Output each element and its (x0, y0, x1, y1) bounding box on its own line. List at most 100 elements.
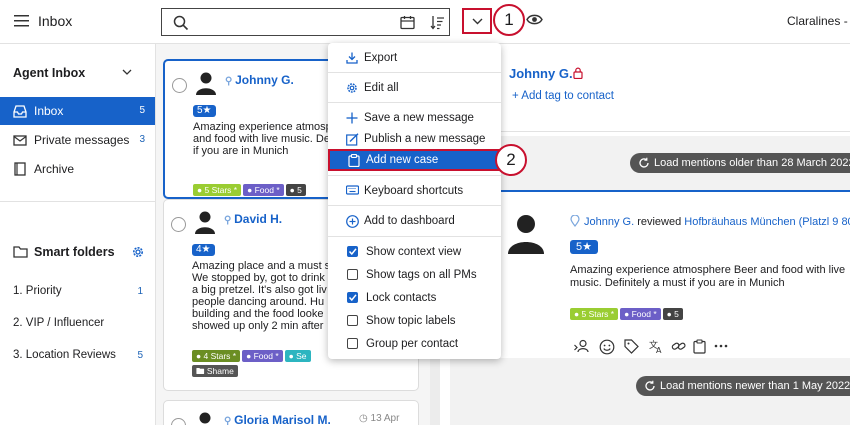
smart-folder-label: 2. VIP / Influencer (13, 317, 105, 329)
assign-user-icon[interactable] (574, 339, 589, 353)
mention-card[interactable]: ⚲ Gloria Marisol M. ◷ 13 Apr (163, 400, 419, 425)
refresh-icon (638, 157, 650, 169)
card-date: ◷ 13 Apr (359, 413, 400, 424)
sort-icon[interactable] (430, 15, 446, 30)
tag[interactable]: ● Se (284, 350, 311, 362)
select-checkbox[interactable] (172, 78, 187, 93)
tag[interactable]: ● 5 Stars * (193, 184, 242, 196)
mail-icon (13, 133, 27, 147)
checkbox-checked[interactable] (347, 292, 358, 303)
menu-item-publish-new-message[interactable]: Publish a new message (328, 128, 501, 150)
clipboard-icon[interactable] (693, 339, 706, 354)
conversation-area: Load mentions older than 28 March 2022 J… (450, 136, 850, 425)
card-text: Amazing experience atmosp and food with … (193, 121, 332, 157)
menu-check-show-context-view[interactable]: Show context view (328, 241, 501, 263)
sidebar-item-label: Inbox (34, 104, 64, 118)
sidebar-item-inbox[interactable]: Inbox 5 (0, 97, 155, 125)
tag[interactable]: ● Food * (242, 350, 283, 362)
options-menu: Export Edit all Save a new message Publi… (328, 43, 501, 359)
settings-icon (346, 82, 358, 94)
avatar (506, 212, 546, 254)
keyboard-icon (346, 185, 359, 195)
menu-item-keyboard-shortcuts[interactable]: Keyboard shortcuts (328, 180, 501, 202)
mention-header: Johnny G. reviewed Hofbräuhaus München (… (584, 216, 850, 228)
menu-item-label: Lock contacts (366, 292, 437, 304)
tag[interactable]: ● 5 (285, 184, 306, 196)
mention-author[interactable]: Johnny G. (584, 216, 634, 228)
tag[interactable]: ● 4 Stars * (192, 350, 241, 362)
tag[interactable]: ● Food * (243, 184, 284, 196)
folder-icon: 🖿 (196, 366, 207, 376)
checkbox-checked[interactable] (347, 246, 358, 257)
sidebar-item-count: 5 (139, 105, 145, 116)
card-author[interactable]: ⚲ Gloria Marisol M. (224, 413, 331, 425)
select-checkbox[interactable] (171, 217, 186, 232)
detail-pane: Johnny G. + Add tag to contact Load ment… (440, 44, 850, 425)
menu-item-export[interactable]: Export (328, 47, 501, 69)
menu-check-group-per-contact[interactable]: Group per contact (328, 333, 501, 355)
user-name[interactable]: Claralines - D (787, 14, 850, 28)
search-input[interactable] (161, 8, 450, 36)
sidebar-item-archive[interactable]: Archive (0, 155, 155, 183)
tag-icon[interactable] (624, 339, 639, 354)
svg-text:A: A (656, 346, 662, 354)
menu-item-label: Edit all (364, 82, 399, 94)
tag[interactable]: ● 5 (662, 308, 683, 320)
sidebar-item-count: 3 (139, 134, 145, 145)
archive-icon (13, 162, 27, 176)
chevron-down-icon[interactable] (122, 69, 132, 76)
location-pin-icon (570, 215, 580, 227)
load-older-button[interactable]: Load mentions older than 28 March 2022 (630, 153, 850, 173)
load-newer-button[interactable]: Load mentions newer than 1 May 2022 (636, 376, 850, 396)
checkbox-unchecked[interactable] (347, 269, 358, 280)
sentiment-icon[interactable] (599, 339, 615, 355)
divider (328, 175, 501, 176)
tag[interactable]: ● Food * (620, 308, 661, 320)
more-icon[interactable] (714, 341, 728, 351)
smart-folder-item[interactable]: 1. Priority 1 (13, 285, 143, 297)
tag-list: ● 4 Stars * ● Food * ● Se (192, 348, 313, 362)
tag-list: ● 5 Stars * ● Food * ● 5 (570, 306, 685, 320)
lock-icon[interactable] (573, 67, 583, 79)
gear-icon[interactable] (131, 245, 145, 259)
menu-item-label: Add new case (366, 154, 439, 166)
menu-check-show-topic-labels[interactable]: Show topic labels (328, 310, 501, 332)
mention-place[interactable]: Hofbräuhaus München (Platzl 9 80331 (684, 216, 850, 228)
menu-item-label: Show context view (366, 246, 462, 258)
folder-tag[interactable]: 🖿 Shame (192, 365, 238, 377)
translate-icon[interactable]: 文A (649, 339, 664, 354)
menu-item-add-to-dashboard[interactable]: Add to dashboard (328, 210, 501, 232)
contact-name[interactable]: Johnny G. (509, 66, 573, 81)
menu-icon[interactable] (14, 14, 30, 28)
menu-check-lock-contacts[interactable]: Lock contacts (328, 287, 501, 309)
link-icon[interactable] (671, 339, 686, 354)
smart-folder-item[interactable]: 2. VIP / Influencer (13, 317, 143, 329)
tag[interactable]: ● 5 Stars * (570, 308, 619, 320)
divider (328, 102, 501, 103)
avatar (194, 411, 216, 425)
avatar (194, 210, 216, 234)
select-checkbox[interactable] (171, 418, 186, 425)
sidebar-item-private-messages[interactable]: Private messages 3 (0, 126, 155, 154)
menu-item-add-new-case[interactable]: Add new case (328, 149, 501, 171)
checkbox-unchecked[interactable] (347, 338, 358, 349)
options-dropdown-button[interactable] (462, 8, 492, 34)
menu-item-save-new-message[interactable]: Save a new message (328, 107, 501, 129)
mention-text: Amazing experience atmosphere Beer and f… (570, 264, 846, 289)
avatar (195, 71, 217, 95)
calendar-icon[interactable] (400, 15, 415, 30)
smart-folders-title: Smart folders (34, 245, 115, 259)
card-author[interactable]: ⚲ David H. (224, 212, 282, 226)
agent-inbox-title[interactable]: Agent Inbox (13, 66, 85, 80)
eye-icon[interactable] (526, 13, 543, 26)
refresh-icon (644, 380, 656, 392)
checkbox-unchecked[interactable] (347, 315, 358, 326)
card-author[interactable]: ⚲ Johnny G. (225, 73, 294, 87)
search-icon (173, 15, 189, 31)
smart-folder-item[interactable]: 3. Location Reviews 5 (13, 349, 143, 361)
location-pin-icon: ⚲ (225, 76, 236, 87)
menu-item-edit-all[interactable]: Edit all (328, 77, 501, 99)
add-tag-link[interactable]: + Add tag to contact (512, 90, 614, 102)
chevron-down-icon (472, 18, 483, 25)
menu-check-show-tags-on-all-pms[interactable]: Show tags on all PMs (328, 264, 501, 286)
